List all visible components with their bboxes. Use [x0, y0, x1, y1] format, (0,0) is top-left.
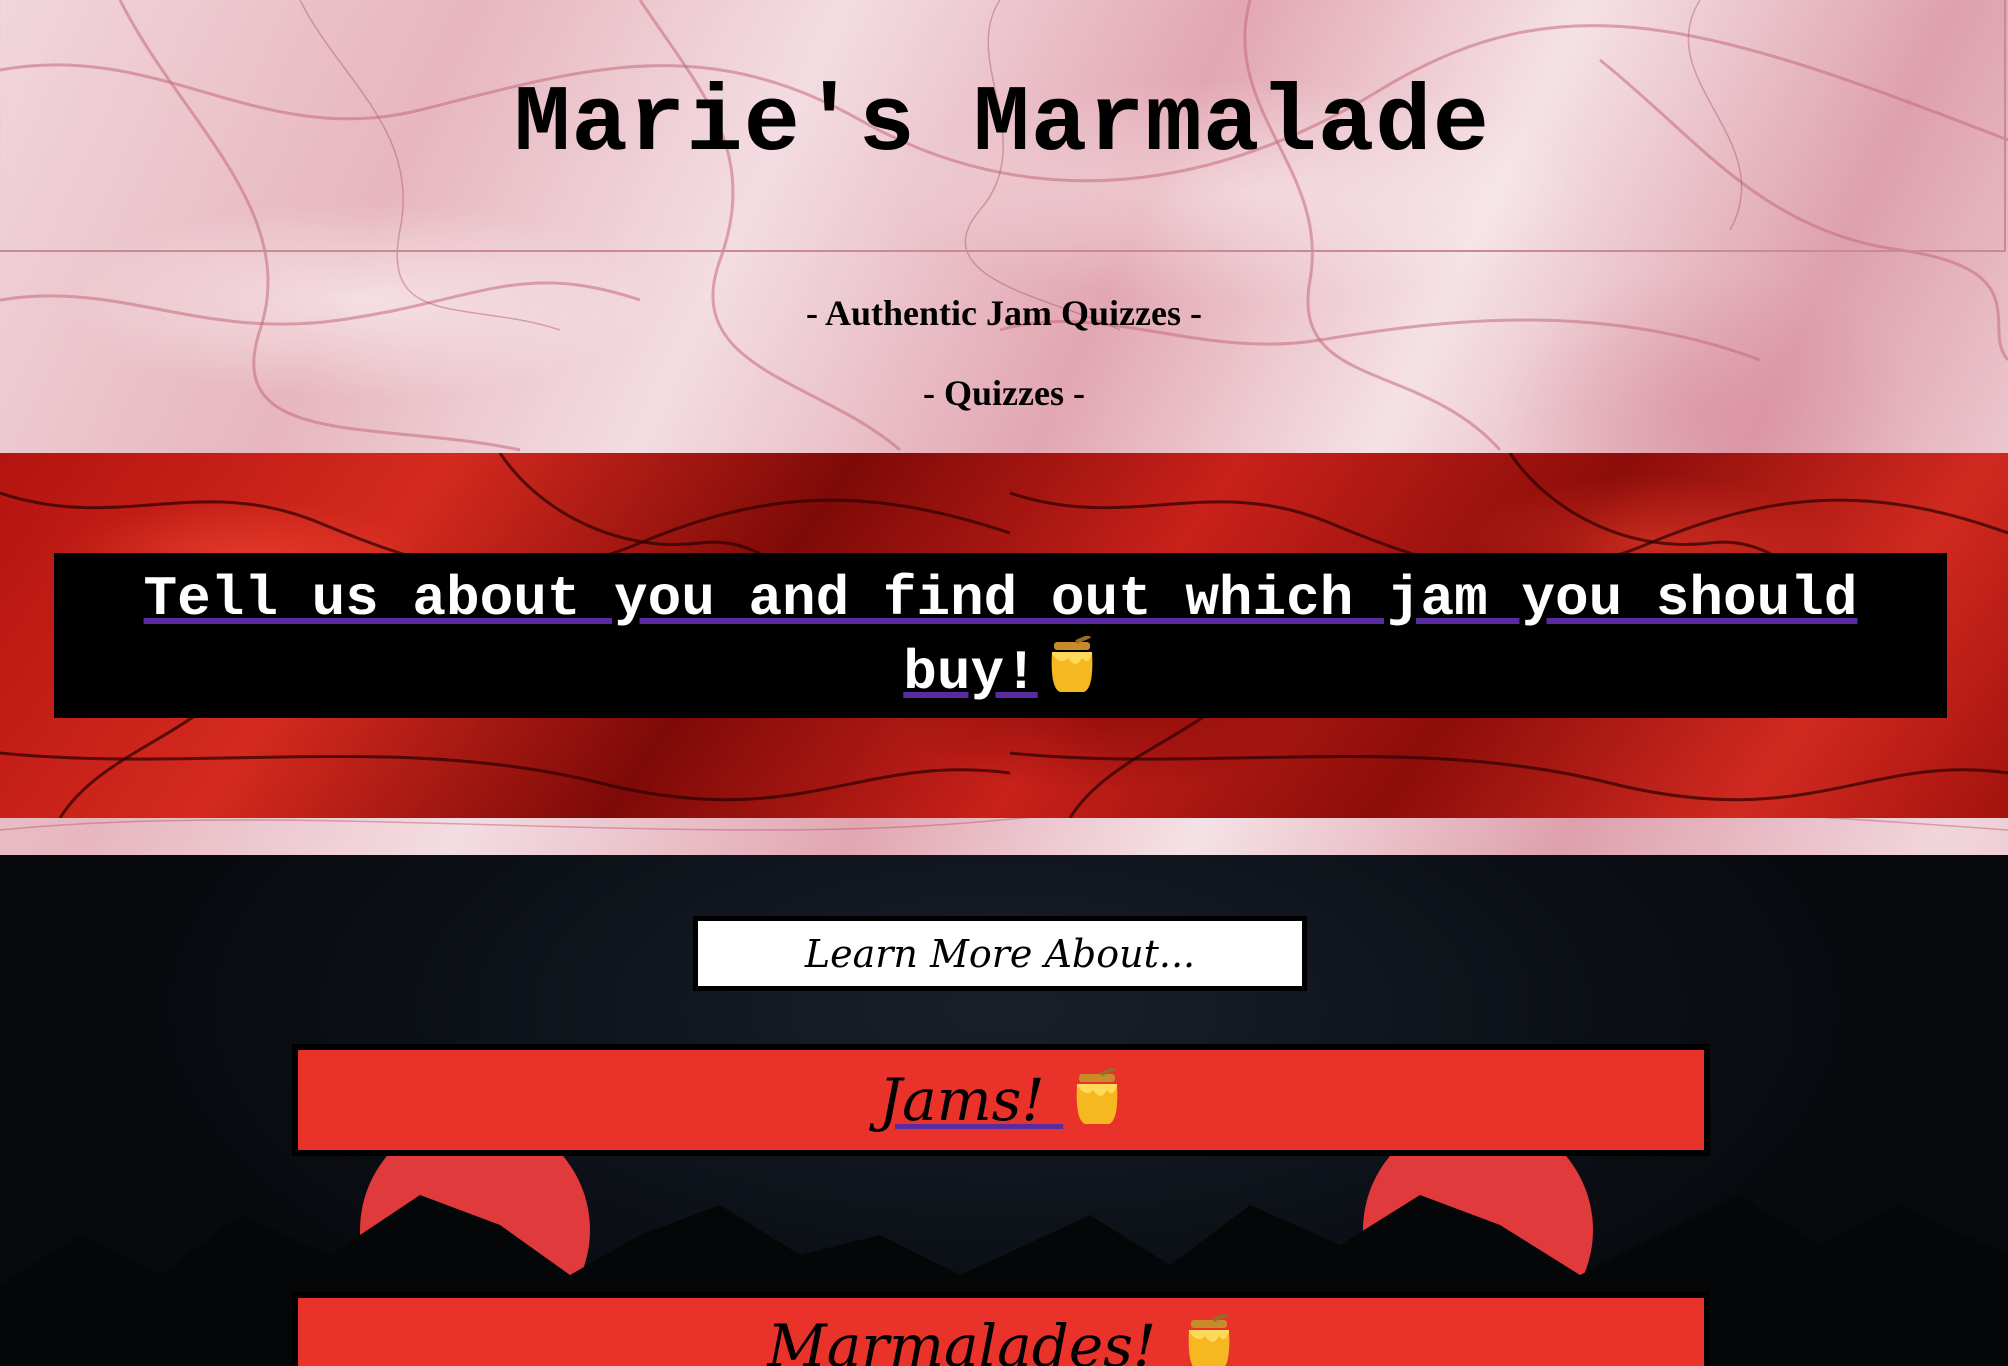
quizzes-nav-link[interactable]: - Quizzes - [0, 372, 2008, 414]
marmalades-label: Marmalades! [767, 1312, 1157, 1366]
quiz-cta-box: Tell us about you and find out which jam… [54, 553, 1947, 718]
site-header: Marie's Marmalade [0, 0, 2006, 252]
jams-label: Jams! [878, 1066, 1045, 1134]
marmalades-button[interactable]: Marmalades! [292, 1292, 1710, 1366]
marmalades-link[interactable]: Marmalades! [767, 1312, 1234, 1366]
quiz-cta-link[interactable]: Tell us about you and find out which jam… [54, 562, 1947, 710]
learn-more-heading: Learn More About... [693, 916, 1307, 991]
quiz-cta-text: Tell us about you and find out which jam… [143, 566, 1858, 705]
jams-button[interactable]: Jams! [292, 1044, 1710, 1156]
tagline: - Authentic Jam Quizzes - [806, 293, 1202, 333]
jams-link[interactable]: Jams! [879, 1066, 1123, 1134]
honey-pot-icon [1188, 1314, 1229, 1366]
honey-pot-icon [1051, 635, 1093, 692]
site-title: Marie's Marmalade [514, 72, 1490, 178]
honey-pot-icon [1076, 1068, 1118, 1124]
